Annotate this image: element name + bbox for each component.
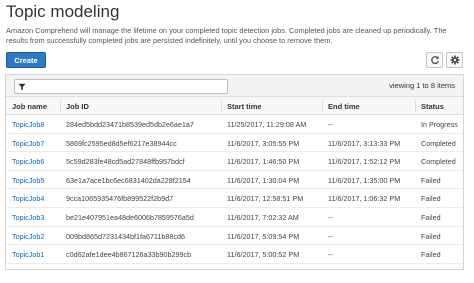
table-header: Job name Job ID Start time End time Stat… xyxy=(6,97,463,115)
job-id: 009bd865d7231434bf1fa6711b88cd6 xyxy=(66,231,185,241)
job-name-link[interactable]: TopicJob6 xyxy=(12,157,44,166)
filter-icon xyxy=(18,83,26,90)
table-row[interactable]: TopicJob2 009bd865d7231434bf1fa6711b88cd… xyxy=(6,227,463,246)
start-time: 11/6/2017, 5:09:54 PM xyxy=(227,231,300,241)
end-time: 11/6/2017, 1:06:32 PM xyxy=(328,194,401,204)
table-row[interactable]: TopicJob6 5c59d283fe48cd5ad27848ffb957bd… xyxy=(6,152,463,171)
table-row[interactable]: TopicJob5 63e1a7ace1bc6ec6831402da228f21… xyxy=(6,171,463,190)
job-name-link[interactable]: TopicJob8 xyxy=(12,120,44,129)
end-time: 11/6/2017, 1:52:12 PM xyxy=(328,157,401,167)
job-name-link[interactable]: TopicJob2 xyxy=(12,232,44,241)
filter-field[interactable] xyxy=(14,79,228,94)
status: In Progress xyxy=(421,120,458,129)
job-name-link[interactable]: TopicJob7 xyxy=(12,139,44,148)
table-row[interactable]: TopicJob3 be21e407951ea48de6006b7859576a… xyxy=(6,208,463,227)
table-body: TopicJob8 284ed5bdd23471b8539ed5db2e6ae1… xyxy=(6,115,463,264)
status: Failed xyxy=(421,250,441,260)
column-divider xyxy=(415,100,416,112)
status: Failed xyxy=(421,175,441,185)
start-time: 11/25/2017, 11:29:08 AM xyxy=(227,120,307,129)
end-time: 11/6/2017, 3:13:33 PM xyxy=(328,138,401,148)
status: Failed xyxy=(421,194,441,204)
job-id: 63e1a7ace1bc6ec6831402da228f2154 xyxy=(66,175,191,185)
start-time: 11/6/2017, 3:05:55 PM xyxy=(227,138,300,148)
start-time: 11/6/2017, 5:00:52 PM xyxy=(227,250,300,260)
filter-input[interactable] xyxy=(29,83,219,90)
status: Failed xyxy=(421,212,441,222)
status: Completed xyxy=(421,138,456,148)
pagination-status: viewing 1 to 8 items xyxy=(389,81,455,90)
gear-icon xyxy=(450,55,459,65)
column-divider xyxy=(221,100,222,112)
job-name-link[interactable]: TopicJob5 xyxy=(12,176,44,185)
create-button[interactable]: Create xyxy=(6,52,46,68)
column-header-job-id[interactable]: Job ID xyxy=(66,102,89,111)
start-time: 11/6/2017, 1:30:04 PM xyxy=(227,175,300,185)
table-row[interactable]: TopicJob7 5869fc2595ed8d5ef6217e38944cc … xyxy=(6,134,463,153)
refresh-button[interactable] xyxy=(426,52,443,68)
filter-bar: viewing 1 to 8 items xyxy=(6,75,463,97)
page-description: Amazon Comprehend will manage the lifeti… xyxy=(6,26,447,45)
job-name-link[interactable]: TopicJob1 xyxy=(12,250,44,259)
job-id: 9cca1065935476fb899522f2b9d7 xyxy=(66,194,174,204)
refresh-icon xyxy=(430,56,439,65)
job-id: be21e407951ea48de6006b7859576a5d xyxy=(66,212,194,222)
page-title: Topic modeling xyxy=(6,2,120,21)
start-time: 11/6/2017, 1:46:50 PM xyxy=(227,157,300,167)
end-time: -- xyxy=(328,250,333,260)
start-time: 11/6/2017, 7:02:32 AM xyxy=(227,212,299,222)
settings-button[interactable] xyxy=(446,52,463,68)
table-row[interactable]: TopicJob8 284ed5bdd23471b8539ed5db2e6ae1… xyxy=(6,115,463,134)
end-time: -- xyxy=(328,231,333,241)
status: Completed xyxy=(421,157,456,167)
job-id: c0d62afe1dee4b867126a33b90b299cb xyxy=(66,250,192,260)
end-time: -- xyxy=(328,120,333,129)
job-name-link[interactable]: TopicJob4 xyxy=(12,194,44,203)
end-time: 11/6/2017, 1:35:00 PM xyxy=(328,175,401,185)
status: Failed xyxy=(421,231,441,241)
job-id: 5c59d283fe48cd5ad27848ffb957bdcf xyxy=(66,157,185,167)
column-divider xyxy=(322,100,323,112)
job-name-link[interactable]: TopicJob3 xyxy=(12,213,44,222)
column-divider xyxy=(60,100,61,112)
jobs-table: viewing 1 to 8 items Job name Job ID Sta… xyxy=(5,74,464,270)
table-row[interactable]: TopicJob4 9cca1065935476fb899522f2b9d7 1… xyxy=(6,189,463,208)
column-header-status[interactable]: Status xyxy=(421,102,444,111)
end-time: -- xyxy=(328,212,333,222)
column-header-start-time[interactable]: Start time xyxy=(227,102,262,111)
table-row[interactable]: TopicJob1 c0d62afe1dee4b867126a33b90b299… xyxy=(6,245,463,264)
job-id: 284ed5bdd23471b8539ed5db2e6ae1a7 xyxy=(66,120,194,129)
column-header-job-name[interactable]: Job name xyxy=(12,102,47,111)
column-header-end-time[interactable]: End time xyxy=(328,102,360,111)
start-time: 11/6/2017, 12:58:51 PM xyxy=(227,194,304,204)
job-id: 5869fc2595ed8d5ef6217e38944cc xyxy=(66,138,177,148)
